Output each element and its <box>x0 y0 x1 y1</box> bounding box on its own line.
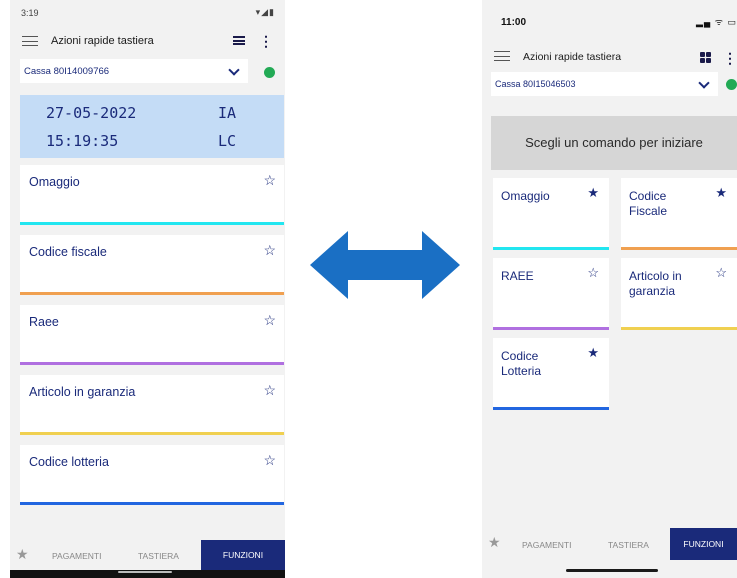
page-title: Azioni rapide tastiera <box>51 35 154 47</box>
tile-label: RAEE <box>501 269 534 283</box>
tab-funzioni[interactable]: FUNZIONI <box>670 528 737 560</box>
tile-codice-fiscale[interactable]: Codice Fiscale ★ <box>621 178 737 250</box>
cassa-row: Cassa 80I14009766 <box>10 56 285 83</box>
status-bar: 11:00 ▂▄ ᯤ ▭ <box>482 0 737 38</box>
tile-omaggio[interactable]: Omaggio ★ <box>493 178 609 250</box>
list-view-icon[interactable] <box>233 36 245 45</box>
favorite-star-icon[interactable]: ☆ <box>263 382 276 399</box>
favorite-star-icon[interactable]: ☆ <box>263 242 276 259</box>
tile-codice-lotteria[interactable]: Codice Lotteria ★ <box>493 338 609 410</box>
empty-state-message: Scegli un comando per iniziare <box>491 116 737 170</box>
tile-color-bar <box>493 247 609 250</box>
command-raee[interactable]: Raee ☆ <box>20 305 284 365</box>
favorite-star-icon[interactable]: ☆ <box>263 172 276 189</box>
favorite-star-icon[interactable]: ★ <box>715 185 727 201</box>
tile-color-bar <box>621 247 737 250</box>
command-label: Codice fiscale <box>29 245 107 259</box>
command-label: Codice lotteria <box>29 455 109 469</box>
more-options-icon[interactable]: ⋮ <box>259 32 273 50</box>
cassa-value: Cassa 80I15046503 <box>495 79 576 89</box>
favorite-star-icon[interactable]: ★ <box>587 185 599 201</box>
display-time: 15:19:35 <box>46 132 119 150</box>
tile-raee[interactable]: RAEE ☆ <box>493 258 609 330</box>
status-time: 3:19 <box>21 8 39 18</box>
status-time: 11:00 <box>501 17 527 28</box>
command-label: Articolo in garanzia <box>29 385 136 399</box>
tile-label: Codice Fiscale <box>629 189 668 218</box>
chevron-down-icon <box>228 64 240 76</box>
command-color-bar <box>20 432 284 435</box>
tile-color-bar <box>493 407 609 410</box>
grid-view-icon[interactable] <box>700 52 711 63</box>
android-screen: 3:19 ▾◢▮ Azioni rapide tastiera ⋮ Cassa … <box>10 0 285 578</box>
status-icons: ▂▄ ᯤ ▭ <box>695 17 737 27</box>
command-omaggio[interactable]: Omaggio ☆ <box>20 165 284 225</box>
command-color-bar <box>20 222 284 225</box>
command-codice-fiscale[interactable]: Codice fiscale ☆ <box>20 235 284 295</box>
command-color-bar <box>20 292 284 295</box>
command-codice-lotteria[interactable]: Codice lotteria ☆ <box>20 445 284 505</box>
app-bar: Azioni rapide tastiera ⋮ <box>482 38 737 70</box>
display-code-2: LC <box>218 132 237 150</box>
cassa-select[interactable]: Cassa 80I14009766 <box>20 59 248 83</box>
favorites-star-icon[interactable]: ★ <box>16 546 29 563</box>
command-articolo-garanzia[interactable]: Articolo in garanzia ☆ <box>20 375 284 435</box>
tile-color-bar <box>621 327 737 330</box>
command-color-bar <box>20 362 284 365</box>
menu-icon[interactable] <box>494 51 510 61</box>
tile-articolo-garanzia[interactable]: Articolo in garanzia ☆ <box>621 258 737 330</box>
more-options-icon[interactable]: ⋮ <box>723 49 737 67</box>
tile-label: Omaggio <box>501 189 550 203</box>
favorite-star-icon[interactable]: ☆ <box>715 265 727 281</box>
tab-tastiera[interactable]: TASTIERA <box>138 551 179 561</box>
favorite-star-icon[interactable]: ☆ <box>587 265 599 281</box>
double-arrow-icon <box>310 231 460 299</box>
cassa-value: Cassa 80I14009766 <box>24 66 110 77</box>
tab-tastiera[interactable]: TASTIERA <box>608 540 649 550</box>
ios-screen: 11:00 ▂▄ ᯤ ▭ Azioni rapide tastiera ⋮ Ca… <box>482 0 737 578</box>
app-bar: Azioni rapide tastiera ⋮ <box>10 26 285 56</box>
tab-pagamenti[interactable]: PAGAMENTI <box>522 540 571 550</box>
bottom-nav: ★ PAGAMENTI TASTIERA FUNZIONI <box>10 540 285 570</box>
register-display: 27-05-2022 IA 15:19:35 LC <box>20 95 284 158</box>
favorite-star-icon[interactable]: ★ <box>587 345 599 361</box>
display-date: 27-05-2022 <box>46 104 137 122</box>
display-code-1: IA <box>218 104 237 122</box>
favorite-star-icon[interactable]: ☆ <box>263 452 276 469</box>
tile-label: Articolo in garanzia <box>629 269 682 298</box>
command-list: Omaggio ☆ Codice fiscale ☆ Raee ☆ Artico… <box>20 165 284 515</box>
command-label: Raee <box>29 315 59 329</box>
tile-label: Codice Lotteria <box>501 349 542 378</box>
chevron-down-icon <box>698 77 710 89</box>
cassa-row: Cassa 80I15046503 <box>482 70 737 96</box>
double-arrow-shape <box>310 231 460 299</box>
favorite-star-icon[interactable]: ☆ <box>263 312 276 329</box>
command-label: Omaggio <box>29 175 80 189</box>
command-color-bar <box>20 502 284 505</box>
status-bar: 3:19 ▾◢▮ <box>10 0 285 26</box>
home-indicator[interactable] <box>118 571 172 573</box>
favorites-star-icon[interactable]: ★ <box>488 534 501 551</box>
menu-icon[interactable] <box>22 36 38 46</box>
tab-pagamenti[interactable]: PAGAMENTI <box>52 551 101 561</box>
home-indicator[interactable] <box>566 569 658 572</box>
connection-status-dot <box>264 67 275 78</box>
connection-status-dot <box>726 79 737 90</box>
cassa-select[interactable]: Cassa 80I15046503 <box>491 72 718 96</box>
tab-funzioni[interactable]: FUNZIONI <box>201 540 285 570</box>
page-title: Azioni rapide tastiera <box>523 51 622 63</box>
tile-color-bar <box>493 327 609 330</box>
bottom-nav: ★ PAGAMENTI TASTIERA FUNZIONI <box>482 528 737 560</box>
status-icons: ▾◢▮ <box>255 7 275 17</box>
